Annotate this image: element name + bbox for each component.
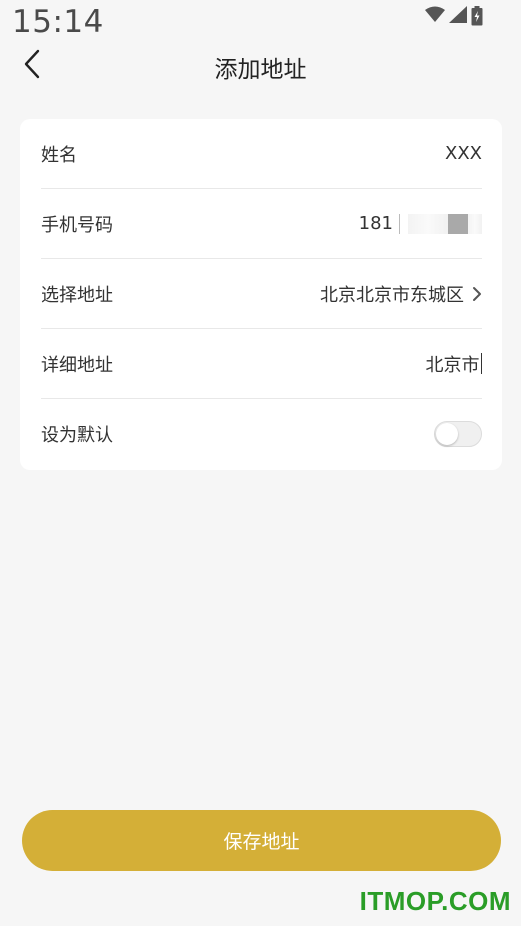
save-address-button[interactable]: 保存地址 — [22, 810, 501, 871]
default-toggle[interactable] — [434, 421, 482, 447]
default-row: 设为默认 — [41, 399, 482, 469]
detail-address-row[interactable]: 详细地址 北京市 — [41, 329, 482, 399]
text-cursor — [480, 353, 482, 374]
watermark: ITMOP.COM — [359, 886, 511, 916]
phone-label: 手机号码 — [41, 214, 113, 236]
nav-bar: 添加地址 — [0, 44, 521, 90]
page-title: 添加地址 — [214, 57, 307, 83]
name-label: 姓名 — [41, 144, 77, 166]
toggle-knob — [436, 423, 458, 445]
name-input[interactable]: XXX — [445, 143, 482, 164]
phone-value: 181 — [358, 213, 393, 234]
address-select-row[interactable]: 选择地址 北京北京市东城区 — [41, 259, 482, 329]
address-form-card: 姓名 XXX 手机号码 181 选择地址 北京北京市东城区 详细地址 北京市 设… — [20, 119, 502, 470]
detail-address-value: 北京市 — [425, 354, 480, 376]
status-bar: 15:14 — [0, 0, 521, 44]
status-icons — [425, 6, 483, 30]
address-value-group[interactable]: 北京北京市东城区 — [320, 281, 482, 307]
name-row[interactable]: 姓名 XXX — [41, 119, 482, 189]
wifi-icon — [425, 6, 445, 27]
address-value: 北京北京市东城区 — [320, 284, 464, 306]
address-label: 选择地址 — [41, 284, 113, 306]
phone-row[interactable]: 手机号码 181 — [41, 189, 482, 259]
detail-address-label: 详细地址 — [41, 354, 113, 376]
phone-redaction — [399, 213, 482, 234]
signal-icon — [449, 6, 467, 27]
default-label: 设为默认 — [41, 425, 113, 446]
phone-input[interactable]: 181 — [359, 213, 482, 234]
chevron-right-icon — [472, 286, 482, 302]
status-time: 15:14 — [12, 4, 104, 40]
detail-address-input[interactable]: 北京市 — [425, 351, 482, 377]
battery-icon — [471, 6, 483, 30]
